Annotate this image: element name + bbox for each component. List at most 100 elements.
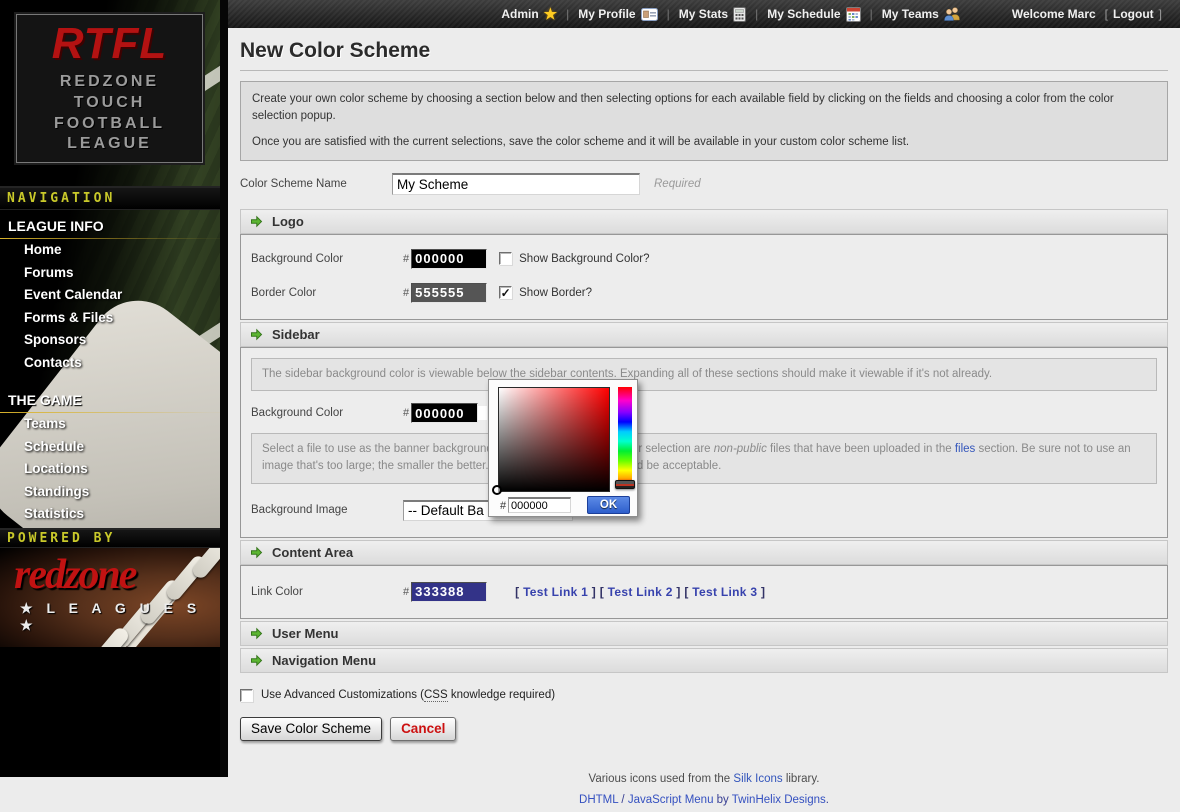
sidebar-background-color-input[interactable] xyxy=(411,403,478,423)
sidebar-item-event-calendar[interactable]: Event Calendar xyxy=(0,284,220,307)
field-label: Background Color xyxy=(251,407,403,419)
footer-text: library. xyxy=(783,773,820,785)
green-arrow-icon xyxy=(250,627,263,640)
sidebar-navigation: LEAGUE INFO Home Forums Event Calendar F… xyxy=(0,210,220,526)
checkbox-label: Show Border? xyxy=(519,287,592,299)
sidebar-item-forms-files[interactable]: Forms & Files xyxy=(0,307,220,330)
sidebar-item-forums[interactable]: Forums xyxy=(0,262,220,285)
required-note: Required xyxy=(654,178,701,190)
show-background-color-checkbox[interactable] xyxy=(499,252,512,265)
bracket: [ xyxy=(600,585,604,599)
footer-text: . xyxy=(826,794,829,806)
nav-section-league-info: LEAGUE INFO xyxy=(0,210,220,239)
sidebar-item-statistics[interactable]: Statistics xyxy=(0,503,220,526)
leagues-wordmark: ★ L E A G U E S ★ xyxy=(20,600,220,634)
note-italic: non-public xyxy=(714,443,767,455)
topbar-my-schedule[interactable]: My Schedule xyxy=(767,7,860,22)
sidebar-item-contacts[interactable]: Contacts xyxy=(0,352,220,375)
save-color-scheme-button[interactable]: Save Color Scheme xyxy=(240,717,382,741)
league-logo[interactable]: RTFL REDZONE TOUCH FOOTBALL LEAGUE xyxy=(16,14,203,163)
green-arrow-icon xyxy=(250,546,263,559)
page-footer: Various icons used from the Silk Icons l… xyxy=(240,769,1168,812)
section-header-logo[interactable]: Logo xyxy=(240,209,1168,234)
scheme-name-label: Color Scheme Name xyxy=(240,178,392,190)
field-label: Background Image xyxy=(251,504,403,516)
section-box-sidebar: The sidebar background color is viewable… xyxy=(240,347,1168,538)
footer-text: / xyxy=(618,794,628,806)
javascript-menu-link[interactable]: JavaScript Menu xyxy=(628,794,714,806)
picker-hex-input[interactable] xyxy=(508,497,571,513)
test-link-1[interactable]: Test Link 1 xyxy=(523,585,588,599)
intro-paragraph-1: Create your own color scheme by choosing… xyxy=(252,91,1156,126)
calculator-icon xyxy=(733,7,746,22)
logout-link[interactable]: [ Logout ] xyxy=(1105,7,1162,21)
advanced-customizations-row: Use Advanced Customizations (CSS knowled… xyxy=(240,689,1168,702)
silk-icons-link[interactable]: Silk Icons xyxy=(733,773,782,785)
test-link-2[interactable]: Test Link 2 xyxy=(608,585,673,599)
advanced-label-text: knowledge required) xyxy=(448,689,555,701)
bracket: ] xyxy=(1159,7,1162,21)
green-arrow-icon xyxy=(250,215,263,228)
topbar-admin-label: Admin xyxy=(501,7,538,21)
field-label: Link Color xyxy=(251,586,403,598)
league-logo-line: TOUCH xyxy=(74,93,146,114)
scheme-name-row: Color Scheme Name Required xyxy=(240,173,1168,195)
main-area: Admin ★ | My Profile | My Stats | My Sch… xyxy=(228,0,1180,777)
logo-border-color-input[interactable] xyxy=(411,283,487,303)
sidebar-item-teams[interactable]: Teams xyxy=(0,413,220,436)
calendar-icon xyxy=(846,7,861,22)
sidebar-item-sponsors[interactable]: Sponsors xyxy=(0,329,220,352)
title-divider xyxy=(240,70,1168,71)
test-links: [ Test Link 1 ] [ Test Link 2 ] [ Test L… xyxy=(515,585,765,599)
section-header-sidebar[interactable]: Sidebar xyxy=(240,322,1168,347)
hue-slider-handle[interactable] xyxy=(615,480,635,489)
cancel-button[interactable]: Cancel xyxy=(390,717,456,741)
logo-background-color-input[interactable] xyxy=(411,249,487,269)
footer-text: by xyxy=(713,794,731,806)
intro-paragraph-2: Once you are satisfied with the current … xyxy=(252,134,1156,151)
picker-ok-button[interactable]: OK xyxy=(587,496,630,514)
logout-label: Logout xyxy=(1113,7,1154,21)
use-advanced-customizations-checkbox[interactable] xyxy=(240,689,253,702)
sidebar-note: The sidebar background color is viewable… xyxy=(251,358,1157,391)
sidebar-item-locations[interactable]: Locations xyxy=(0,458,220,481)
league-sidebar: RTFL REDZONE TOUCH FOOTBALL LEAGUE NAVIG… xyxy=(0,0,220,777)
section-header-user-menu[interactable]: User Menu xyxy=(240,621,1168,646)
files-link[interactable]: files xyxy=(955,443,975,455)
text-cursor xyxy=(478,406,487,420)
hue-slider[interactable] xyxy=(618,387,632,484)
section-header-content-area[interactable]: Content Area xyxy=(240,540,1168,565)
topbar-my-profile[interactable]: My Profile xyxy=(578,7,657,21)
topbar-my-schedule-label: My Schedule xyxy=(767,7,840,21)
saturation-value-gradient[interactable] xyxy=(498,387,610,492)
twinhelix-designs-link[interactable]: TwinHelix Designs xyxy=(732,794,826,806)
bracket: [ xyxy=(684,585,688,599)
dhtml-link[interactable]: DHTML xyxy=(579,794,618,806)
background-image-row: Background Image -- Default Ba xyxy=(241,492,1167,527)
test-link-3[interactable]: Test Link 3 xyxy=(692,585,757,599)
sidebar-item-home[interactable]: Home xyxy=(0,239,220,262)
show-border-checkbox[interactable]: ✓ xyxy=(499,286,512,299)
bracket: ] xyxy=(592,585,596,599)
sidebar-item-standings[interactable]: Standings xyxy=(0,481,220,504)
hash-prefix: # xyxy=(403,407,409,419)
redzone-leagues-logo[interactable]: redzone ★ L E A G U E S ★ xyxy=(0,548,220,647)
star-icon: ★ xyxy=(544,5,557,23)
topbar-my-teams[interactable]: My Teams xyxy=(882,7,961,21)
bracket: [ xyxy=(515,585,519,599)
section-title: User Menu xyxy=(272,626,338,641)
topbar-my-stats-label: My Stats xyxy=(679,7,728,21)
topbar-admin[interactable]: Admin ★ xyxy=(501,5,557,23)
link-color-input[interactable] xyxy=(411,582,487,602)
topbar-my-stats[interactable]: My Stats xyxy=(679,7,746,22)
nav-section-the-game: THE GAME xyxy=(0,384,220,413)
color-cursor-icon[interactable] xyxy=(492,485,502,495)
topbar-separator: | xyxy=(870,7,873,21)
topbar-separator: | xyxy=(566,7,569,21)
league-logo-abbr: RTFL xyxy=(52,22,168,66)
scheme-name-input[interactable] xyxy=(392,173,640,195)
section-header-navigation-menu[interactable]: Navigation Menu xyxy=(240,648,1168,673)
bracket: ] xyxy=(761,585,765,599)
welcome-user-label: Welcome Marc xyxy=(1012,7,1096,21)
sidebar-item-schedule[interactable]: Schedule xyxy=(0,436,220,459)
